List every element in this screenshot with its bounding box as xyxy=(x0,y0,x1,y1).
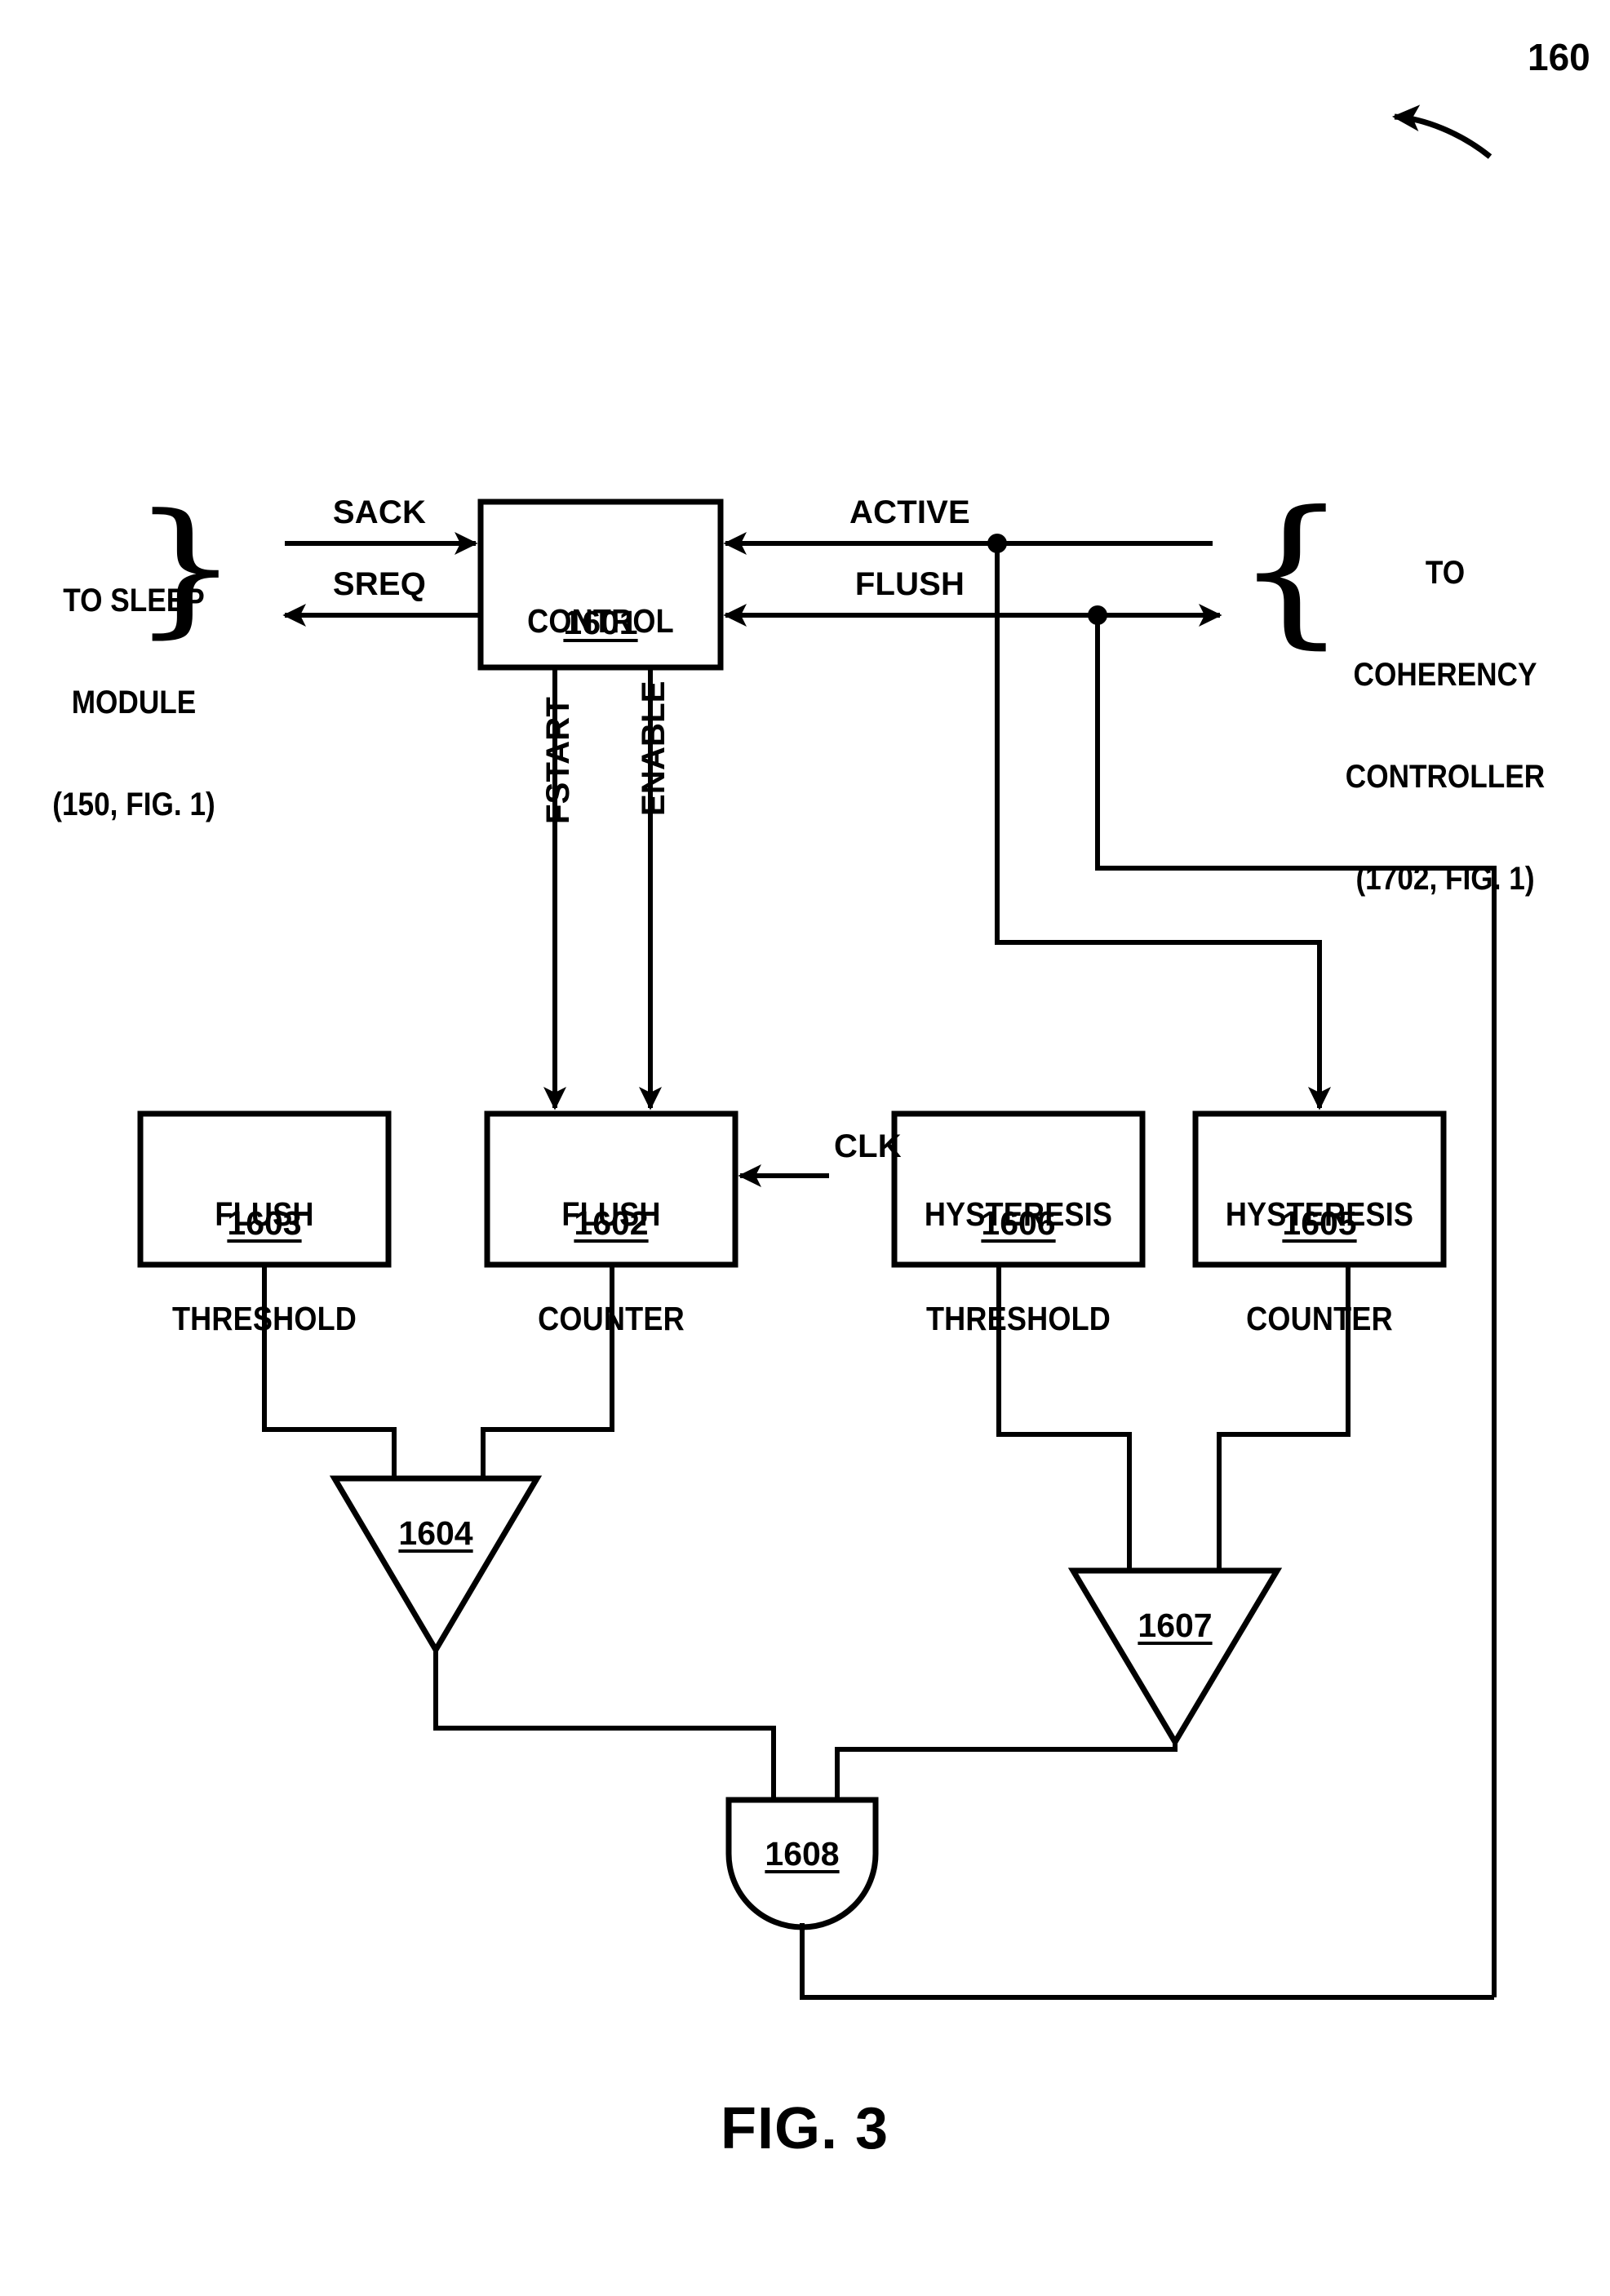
flush-threshold-block-label: FLUSH THRESHOLD xyxy=(140,1128,388,1406)
flush-threshold-block-ref: 1603 xyxy=(227,1204,302,1242)
flush-threshold-line-2: THRESHOLD xyxy=(171,1300,357,1338)
figure-caption: FIG. 3 xyxy=(720,2096,889,2161)
to-sleep-module-line-3: (150, FIG. 1) xyxy=(52,786,215,822)
to-sleep-module-line-2: MODULE xyxy=(71,684,197,720)
flush-comparator-ref: 1604 xyxy=(398,1514,473,1552)
leader-line-160 xyxy=(1391,104,1492,159)
control-block-ref: 1601 xyxy=(563,604,638,641)
signal-label-fstart: FSTART xyxy=(540,697,576,824)
hysteresis-counter-block-label: HYSTERESIS COUNTER xyxy=(1195,1128,1444,1406)
hysteresis-counter-line-2: COUNTER xyxy=(1246,1300,1393,1338)
to-coherency-controller-label: TO COHERENCY CONTROLLER (1702, FIG. 1) xyxy=(1286,489,1604,964)
left-brace-icon: { xyxy=(131,482,240,652)
wire-and-output-feedback xyxy=(800,1923,1494,2000)
hysteresis-comparator-ref: 1607 xyxy=(1138,1607,1213,1644)
signal-label-active: ACTIVE xyxy=(849,494,970,530)
hysteresis-threshold-block-label: HYSTERESIS THRESHOLD xyxy=(894,1128,1142,1406)
hysteresis-threshold-line-2: THRESHOLD xyxy=(925,1300,1111,1338)
signal-label-sack: SACK xyxy=(332,494,427,530)
signal-label-flush: FLUSH xyxy=(854,566,965,602)
signal-label-clk: CLK xyxy=(834,1128,902,1164)
flush-counter-line-2: COUNTER xyxy=(538,1300,685,1338)
hysteresis-threshold-block-ref: 1606 xyxy=(981,1204,1056,1242)
patent-figure-canvas: 160 TO SLEEP MODULE (150, FIG. 1) { { TO… xyxy=(0,0,1610,2296)
to-coherency-line-1: TO xyxy=(1425,555,1466,592)
wire-flush-comparator-to-and xyxy=(433,1650,776,1800)
and-gate-ref: 1608 xyxy=(765,1835,840,1873)
flush-comparator-triangle xyxy=(329,1475,543,1656)
hysteresis-counter-block-ref: 1605 xyxy=(1282,1204,1357,1242)
flush-counter-block-ref: 1602 xyxy=(574,1204,649,1242)
signal-label-sreq: SREQ xyxy=(332,566,427,602)
to-coherency-line-2: COHERENCY xyxy=(1353,656,1537,693)
to-coherency-line-3: CONTROLLER xyxy=(1345,758,1546,795)
wire-hysteresis-comparator-to-and xyxy=(835,1742,1178,1800)
flush-counter-block-label: FLUSH COUNTER xyxy=(487,1128,735,1406)
hysteresis-comparator-triangle xyxy=(1067,1567,1283,1748)
to-coherency-line-4: (1702, FIG. 1) xyxy=(1355,860,1535,897)
reference-numeral-160: 160 xyxy=(1528,36,1590,78)
